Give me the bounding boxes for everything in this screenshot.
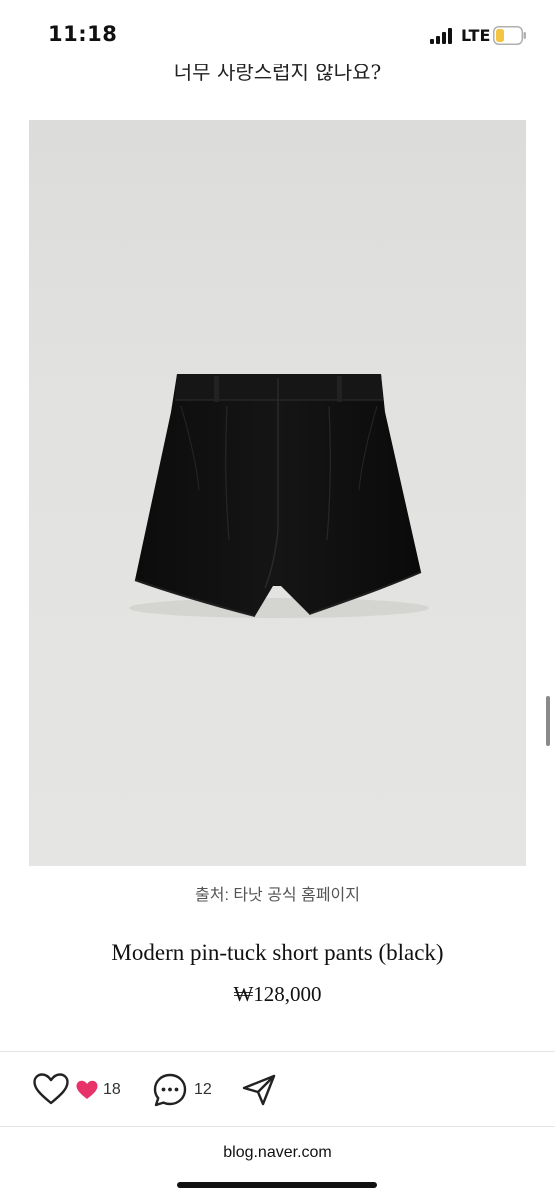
heart-filled-icon <box>76 1080 98 1099</box>
product-name: Modern pin-tuck short pants (black) <box>111 940 444 965</box>
black-shorts-illustration <box>129 374 429 618</box>
image-credit: 출처: 타낫 공식 홈페이지 <box>195 887 360 904</box>
home-indicator[interactable] <box>177 1182 377 1188</box>
comment-button[interactable]: 12 <box>152 1072 212 1108</box>
comment-count: 12 <box>194 1081 212 1098</box>
product-price: ₩128,000 <box>233 982 322 1006</box>
like-count: 18 <box>103 1081 121 1098</box>
url-text[interactable]: blog.naver.com <box>0 1144 555 1162</box>
speech-bubble-icon <box>153 1073 187 1107</box>
network-type-label: LTE <box>461 26 491 45</box>
status-time: 11:18 <box>48 22 118 46</box>
scroll-indicator[interactable] <box>546 696 550 746</box>
status-bar: 11:18 LTE <box>0 0 555 70</box>
browser-address-bar[interactable]: blog.naver.com <box>0 1127 555 1200</box>
battery-icon <box>493 26 526 45</box>
post-action-bar: 18 12 <box>0 1052 555 1126</box>
product-photo[interactable] <box>29 120 526 866</box>
reaction-count[interactable]: 18 <box>76 1078 121 1102</box>
heart-outline-icon[interactable] <box>32 1072 70 1106</box>
cellular-signal-icon <box>430 28 452 44</box>
paper-plane-icon[interactable] <box>241 1073 277 1107</box>
